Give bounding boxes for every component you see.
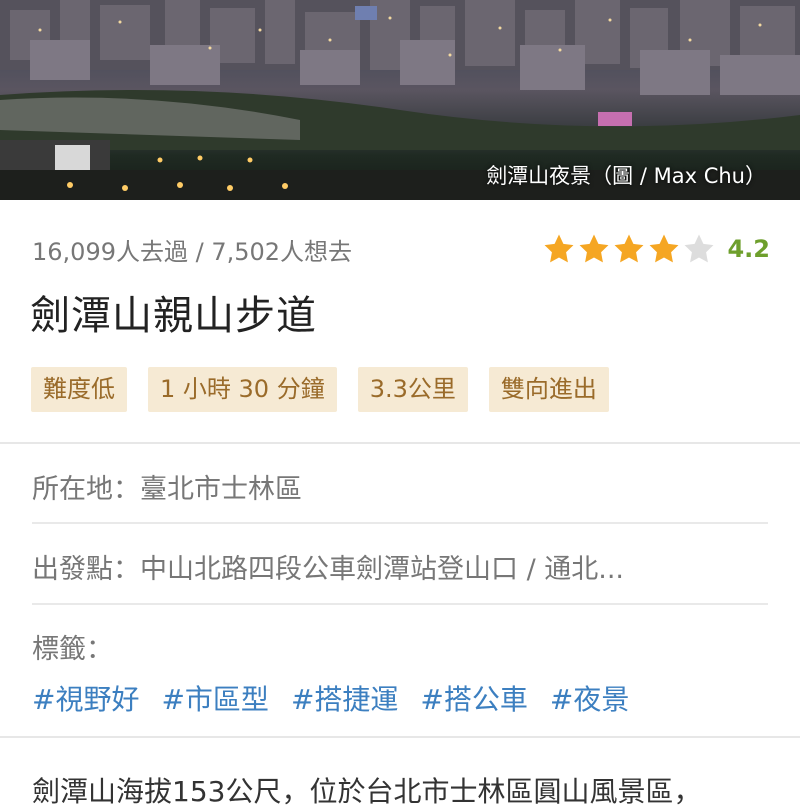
tags-label: 標籤： [32,634,113,665]
hero-photo: 劍潭山夜景（圖 / Max Chu） [0,0,800,200]
rating-value: 4.2 [727,235,770,263]
tag-link[interactable]: #搭公車 [420,678,527,718]
difficulty-chip: 難度低 [31,367,127,412]
distance-chip: 3.3公里 [357,367,468,412]
section-divider [0,442,800,444]
row-divider [32,603,768,605]
location-row: 所在地：臺北市士林區 [32,474,302,505]
photo-caption: 劍潭山夜景（圖 / Max Chu） [486,164,766,188]
row-divider [32,522,768,524]
tag-list: #視野好 #市區型 #搭捷運 #搭公車 #夜景 [32,678,651,718]
start-point-row[interactable]: 出發點：中山北路四段公車劍潭站登山口 / 通北... [32,547,772,586]
tag-link[interactable]: #搭捷運 [291,678,398,718]
trail-description: 劍潭山海拔153公尺，位於台北市士林區圓山風景區， [32,775,702,808]
route-type-chip: 雙向進出 [488,367,609,412]
star-empty-icon [685,234,714,263]
star-icon [580,234,609,263]
page-title: 劍潭山親山步道 [30,293,317,339]
star-icon [615,234,644,263]
trail-attributes: 難度低 1 小時 30 分鐘 3.3公里 雙向進出 [31,367,630,412]
star-icon [545,234,574,263]
section-divider [0,736,800,738]
tag-link[interactable]: #市區型 [161,678,268,718]
tag-link[interactable]: #視野好 [32,678,139,718]
visit-stats: 16,099人去過 / 7,502人想去 [32,238,353,266]
duration-chip: 1 小時 30 分鐘 [148,367,337,412]
tag-link[interactable]: #夜景 [550,678,629,718]
rating: 4.2 [542,232,770,266]
star-icon [650,234,679,263]
